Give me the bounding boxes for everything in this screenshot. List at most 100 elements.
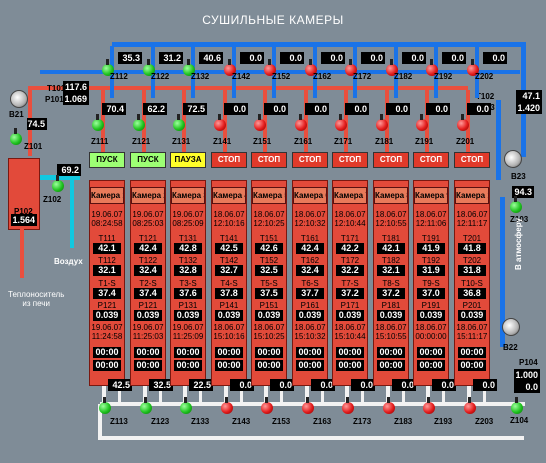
mid-valve-icon[interactable] (335, 114, 347, 131)
mid-valve-icon[interactable] (214, 114, 226, 131)
mid-valve-display: 0.0 (264, 103, 288, 115)
chamber-temp-b-label: T182 (381, 256, 401, 265)
chamber-setpoint-label: T5-S (260, 279, 278, 288)
chamber-temp-b-value: 31.8 (458, 265, 486, 276)
chamber-mode-button[interactable]: СТОП (211, 152, 247, 168)
chamber-mode-button[interactable]: СТОП (251, 152, 287, 168)
chamber-start-time: 12:10:55 (375, 219, 407, 228)
mid-valve-icon[interactable] (416, 114, 428, 131)
bottom-valve-icon[interactable] (302, 397, 314, 414)
chamber-end-date: 18.06.07 (375, 323, 407, 332)
mid-valve-label: Z181 (375, 137, 394, 146)
chamber-timer-1: 00:00 (134, 347, 162, 358)
mid-valve-icon[interactable] (133, 114, 145, 131)
pump-b23-icon[interactable] (504, 150, 522, 168)
chamber-mode-button[interactable]: СТОП (413, 152, 449, 168)
chamber-temp-b-value: 32.8 (174, 265, 202, 276)
mid-valve-icon[interactable] (254, 114, 266, 131)
chamber-end-time: 15:10:25 (253, 332, 285, 341)
chamber-pressure-value: 0.039 (255, 310, 283, 321)
mid-valve-display: 0.0 (305, 103, 329, 115)
valve-z102-icon[interactable] (52, 175, 64, 192)
chamber-end-time: 15:10:44 (334, 332, 366, 341)
mid-valve-icon[interactable] (457, 114, 469, 131)
mid-valve-icon[interactable] (376, 114, 388, 131)
chamber-setpoint-value: 36.8 (458, 288, 486, 299)
mid-valve-icon[interactable] (173, 114, 185, 131)
heat-carrier-label: Теплоноситель из печи (8, 290, 65, 308)
chamber-title: Камера 2 (131, 187, 165, 204)
top-valve-display: 0.0 (361, 52, 385, 64)
valve-z103-icon[interactable] (510, 196, 522, 213)
chamber-pressure-value: 0.039 (296, 310, 324, 321)
scada-screen: СУШИЛЬНЫЕ КАМЕРЫ T101 117.6 P101 1.069 B… (0, 0, 546, 463)
bottom-valve-icon[interactable] (99, 397, 111, 414)
chamber-title: Камера 6 (293, 187, 327, 204)
b21-label: B21 (9, 110, 24, 119)
chamber-pressure-value: 0.039 (93, 310, 121, 321)
chamber-temp-b-value: 32.4 (134, 265, 162, 276)
bottom-valve-icon[interactable] (221, 397, 233, 414)
chamber-mode-button[interactable]: СТОП (373, 152, 409, 168)
chamber-timer-2: 00:00 (458, 360, 486, 371)
chamber-mode-button[interactable]: ПУСК (89, 152, 125, 168)
chamber-pressure-label: P121 (138, 301, 158, 310)
mid-valve-label: Z171 (334, 137, 353, 146)
top-supply-pipe (112, 42, 526, 47)
heat-inlet-pipe (20, 228, 24, 278)
chamber-setpoint-value: 37.2 (377, 288, 405, 299)
chamber-pressure-label: P171 (340, 301, 360, 310)
chamber-timer-1: 00:00 (458, 347, 486, 358)
chamber-title: Камера 4 (212, 187, 246, 204)
mid-valve-display: 70.4 (102, 103, 126, 115)
chamber-start-time: 12:10:16 (213, 219, 245, 228)
chamber-temp-b-value: 32.1 (377, 265, 405, 276)
bottom-valve-display: 42.5 (108, 379, 132, 391)
bottom-valve-icon[interactable] (383, 397, 395, 414)
chamber-mode-button[interactable]: СТОП (332, 152, 368, 168)
chamber-temp-b-value: 32.2 (336, 265, 364, 276)
bottom-valve-label: Z143 (232, 417, 251, 426)
mid-valve-icon[interactable] (92, 114, 104, 131)
bottom-valve-icon[interactable] (423, 397, 435, 414)
chamber-title: Камера 5 (252, 187, 286, 204)
chamber-mode-button[interactable]: СТОП (292, 152, 328, 168)
pump-b22-icon[interactable] (502, 318, 520, 336)
chamber-temp-b-label: T202 (462, 256, 482, 265)
chamber-pressure-label: P151 (259, 301, 279, 310)
chamber-setpoint-label: T9-S (422, 279, 440, 288)
bottom-valve-display: 0.0 (351, 379, 375, 391)
chamber-setpoint-label: T3-S (179, 279, 197, 288)
chamber-timer-2: 00:00 (215, 360, 243, 371)
valve-z104-icon[interactable] (511, 397, 523, 414)
chamber-mode-button[interactable]: СТОП (454, 152, 490, 168)
bottom-valve-icon[interactable] (342, 397, 354, 414)
chamber-pressure-value: 0.039 (215, 310, 243, 321)
mid-valve-icon[interactable] (295, 114, 307, 131)
chamber-temp-a-label: T121 (138, 234, 158, 243)
chamber-start-time: 08:24:58 (91, 219, 123, 228)
chamber-end-time: 11:25:03 (132, 332, 164, 341)
chamber-mode-button[interactable]: ПУСК (130, 152, 166, 168)
chamber-temp-b-value: 32.4 (296, 265, 324, 276)
bottom-valve-icon[interactable] (180, 397, 192, 414)
chamber-mode-button[interactable]: ПАУЗА (170, 152, 206, 168)
pump-b21-icon[interactable] (10, 90, 28, 108)
chamber-temp-b-label: T142 (219, 256, 239, 265)
bottom-valve-icon[interactable] (261, 397, 273, 414)
chamber-setpoint-label: T2-S (139, 279, 157, 288)
chamber-timer-2: 00:00 (377, 360, 405, 371)
bottom-valve-label: Z183 (394, 417, 413, 426)
bottom-valve-icon[interactable] (140, 397, 152, 414)
b21-display: 74.5 (27, 118, 47, 130)
p104-display: 1.000 (514, 369, 540, 381)
chamber-end-date: 18.06.07 (213, 323, 245, 332)
chamber-start-date: 18.06.07 (456, 210, 488, 219)
chamber-title: Камера 7 (333, 187, 367, 204)
chamber-start-date: 18.06.07 (334, 210, 366, 219)
valve-z101-icon[interactable] (10, 128, 22, 145)
bottom-valve-icon[interactable] (464, 397, 476, 414)
chamber-temp-a-label: T111 (98, 234, 116, 243)
z102-label: Z102 (43, 195, 62, 204)
chamber-timer-1: 00:00 (296, 347, 324, 358)
